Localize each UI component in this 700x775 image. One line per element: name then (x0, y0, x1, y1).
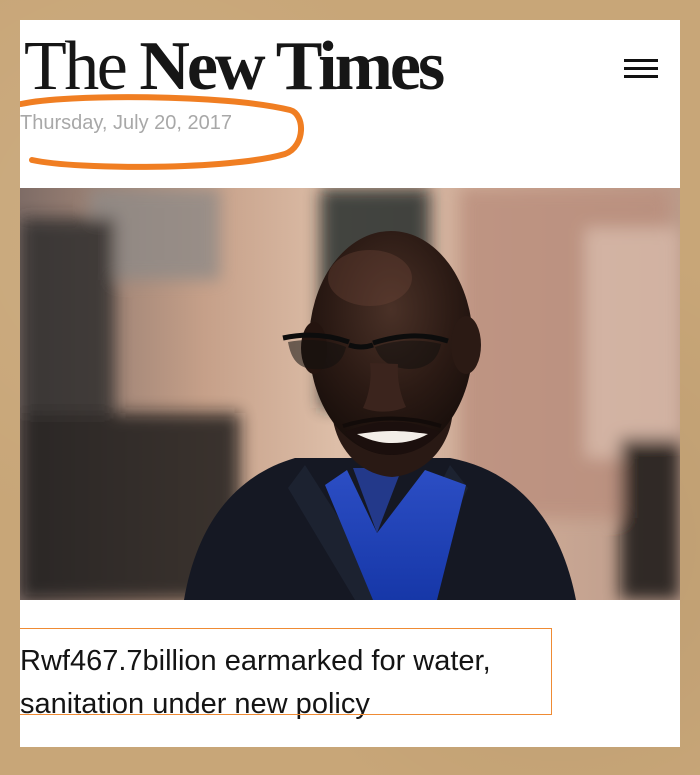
publication-date: Thursday, July 20, 2017 (20, 112, 232, 134)
article-headline[interactable]: Rwf467.7billion earmarked for water, san… (20, 640, 560, 726)
menu-line-1 (624, 59, 658, 62)
speaker-photo (20, 188, 680, 600)
menu-line-3 (624, 75, 658, 78)
masthead-new-times: New Times (139, 28, 445, 105)
masthead-logo: The New Times (24, 24, 445, 110)
news-page: The New Times Thursday, July 20, 2017 Rw… (20, 20, 680, 747)
article-hero-image[interactable] (20, 188, 680, 600)
menu-line-2 (624, 67, 658, 70)
masthead-the: The (24, 28, 128, 105)
hamburger-menu-icon[interactable] (624, 56, 658, 82)
